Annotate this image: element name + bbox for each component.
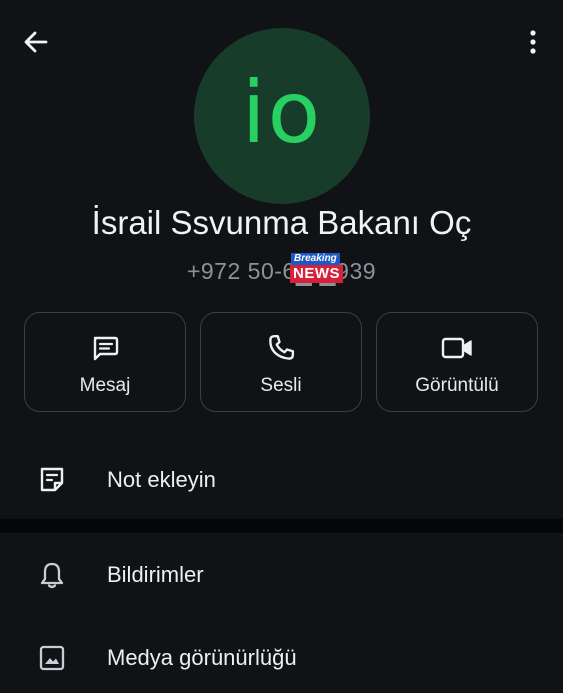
arrow-left-icon [24,31,48,53]
contact-phone: +972 50-6█ █939 [186,258,377,284]
add-note-item[interactable]: Not ekleyin [0,445,563,515]
notifications-item[interactable]: Bildirimler [0,540,563,610]
video-call-button-label: Görüntülü [415,375,499,396]
voice-call-button[interactable]: Sesli [200,312,362,412]
contact-actions: Mesaj Sesli Görüntülü [24,312,540,414]
message-icon [93,336,119,361]
section-divider [0,519,563,533]
contact-avatar[interactable]: io [194,28,370,204]
voice-call-button-label: Sesli [260,375,302,396]
contact-name: İsrail Ssvunma Bakanı Oç [91,204,472,241]
avatar-initials: io [241,63,323,163]
image-icon [39,645,65,671]
media-visibility-item[interactable]: Medya görünürlüğü [0,623,563,693]
video-call-button[interactable]: Görüntülü [376,312,538,412]
media-visibility-label: Medya görünürlüğü [107,645,297,670]
back-button[interactable] [14,22,58,62]
more-options-button[interactable] [515,22,551,62]
message-button[interactable]: Mesaj [24,312,186,412]
notifications-label: Bildirimler [107,562,204,587]
video-icon [441,337,472,359]
bell-icon [40,562,64,589]
more-vertical-icon [530,30,536,54]
phone-icon [269,334,295,360]
add-note-label: Not ekleyin [107,467,216,492]
note-icon [40,467,64,492]
message-button-label: Mesaj [79,375,131,396]
